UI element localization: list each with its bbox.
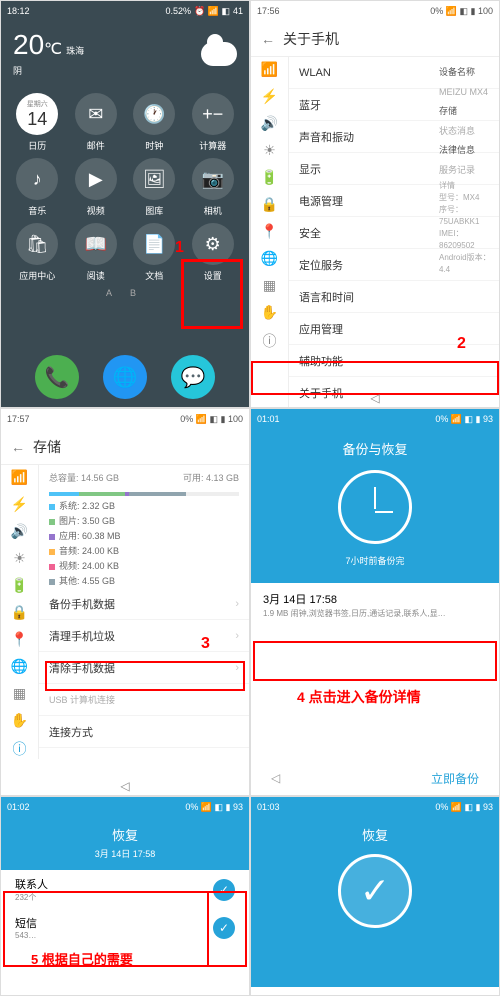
highlight-box <box>45 661 245 691</box>
highlight-box <box>181 259 243 329</box>
status-bar: 17:560% 📶 ◧ ▮ 100 <box>251 1 499 21</box>
app-grid: 星期六14日历✉邮件🕐时钟+−计算器 ♪音乐▶视频🖼图库📷相机 🛍应用中心📖阅读📄文… <box>1 87 249 288</box>
icon-column: 📶⚡🔊☀🔋🔒📍🌐▦✋ⓘ <box>251 57 289 408</box>
app-邮件[interactable]: ✉邮件 <box>70 93 123 152</box>
backup-item[interactable]: 3月 14日 17:581.9 MB 闹钟,浏览器书签,日历,通话记录,联系人,… <box>251 583 499 627</box>
browser-icon[interactable]: 🌐 <box>103 355 147 399</box>
detail-panel: 设备名称MEIZU MX4存储状态消息法律信息服务记录详情型号：MX4序号：75… <box>433 57 499 282</box>
list-item[interactable]: 语言和时间 <box>289 281 499 313</box>
app-文档[interactable]: 📄文档 <box>128 223 181 282</box>
clock-icon <box>338 470 412 544</box>
annotation: 2 <box>457 335 466 353</box>
app-应用中心[interactable]: 🛍应用中心 <box>11 223 64 282</box>
restore-header: 恢复 ✓ <box>251 817 499 987</box>
app-时钟[interactable]: 🕐时钟 <box>128 93 181 152</box>
backup-now-button[interactable]: 立即备份 <box>431 770 479 787</box>
app-音乐[interactable]: ♪音乐 <box>11 158 64 217</box>
storage-bar <box>49 492 239 496</box>
status-bar: 01:010% 📶 ◧ ▮ 93 <box>251 409 499 429</box>
cloud-icon <box>201 42 237 66</box>
icon-column: 📶⚡🔊☀🔋🔒📍🌐▦✋ⓘ <box>1 465 39 759</box>
back-icon[interactable]: ← <box>11 439 25 455</box>
status-bar: 01:020% 📶 ◧ ▮ 93 <box>1 797 249 817</box>
dock: 📞 🌐 💬 <box>1 355 249 399</box>
status-bar: 18:12 0.52% ⏰ 📶 ◧ 41 <box>1 1 249 21</box>
annotation: 4 点击进入备份详情 <box>297 687 421 707</box>
app-视频[interactable]: ▶视频 <box>70 158 123 217</box>
app-日历[interactable]: 星期六14日历 <box>11 93 64 152</box>
back-icon[interactable]: ← <box>261 31 275 47</box>
restore-header: 恢复3月 14日 17:58 <box>1 817 249 870</box>
app-图库[interactable]: 🖼图库 <box>128 158 181 217</box>
message-icon[interactable]: 💬 <box>171 355 215 399</box>
list-item[interactable]: 备份手机数据› <box>39 588 249 620</box>
list-item[interactable]: 清理手机垃圾› <box>39 620 249 652</box>
header: ←关于手机 <box>251 21 499 57</box>
annotation: 5 根据自己的需要 <box>31 949 133 968</box>
highlight-box <box>207 891 247 967</box>
weather-widget[interactable]: 20℃珠海阴 <box>1 21 249 87</box>
list-item[interactable]: 连接方式 <box>39 716 249 748</box>
header: ←存储 <box>1 429 249 465</box>
nav-back[interactable]: ◁ <box>251 391 499 405</box>
annotation: 1 <box>175 239 184 257</box>
app-相机[interactable]: 📷相机 <box>187 158 240 217</box>
app-阅读[interactable]: 📖阅读 <box>70 223 123 282</box>
annotation: 3 <box>201 635 210 653</box>
check-icon: ✓ <box>338 854 412 928</box>
highlight-box <box>253 641 497 681</box>
phone-icon[interactable]: 📞 <box>35 355 79 399</box>
list-item[interactable]: 应用管理 <box>289 313 499 345</box>
backup-header: 备份与恢复 7小时前备份完 <box>251 429 499 583</box>
highlight-box <box>251 361 499 395</box>
nav-back[interactable]: ◁ <box>271 771 280 785</box>
status-bar: 17:570% 📶 ◧ ▮ 100 <box>1 409 249 429</box>
app-计算器[interactable]: +−计算器 <box>187 93 240 152</box>
nav-back[interactable]: ◁ <box>1 779 249 793</box>
status-bar: 01:030% 📶 ◧ ▮ 93 <box>251 797 499 817</box>
